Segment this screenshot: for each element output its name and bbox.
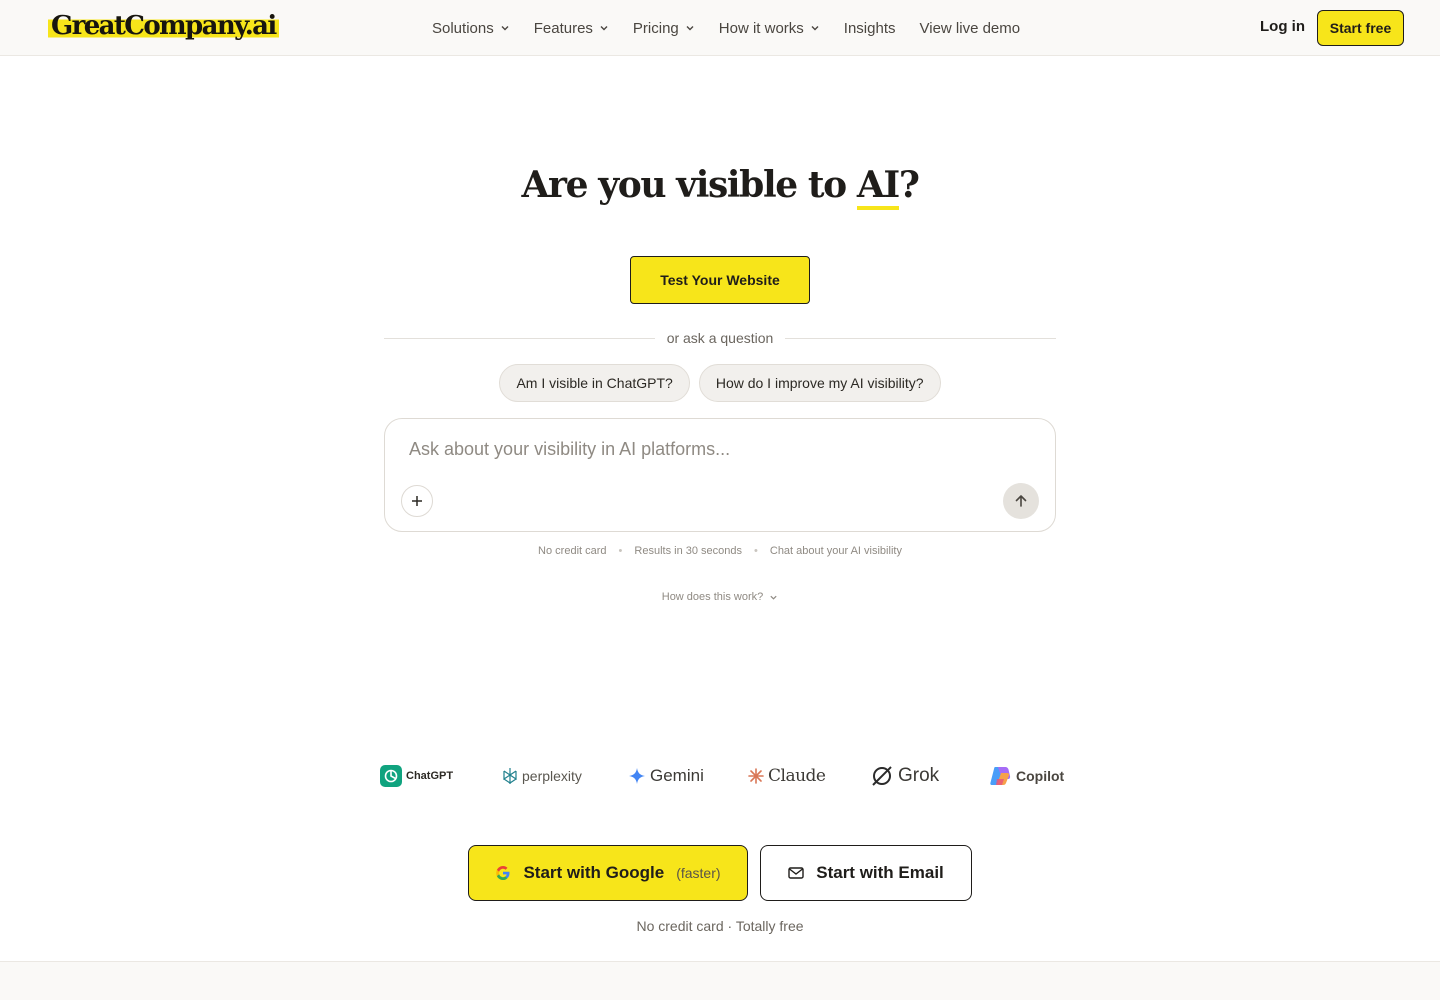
cta-note: No credit card · Totally free bbox=[636, 918, 804, 934]
send-button[interactable] bbox=[1003, 483, 1039, 519]
divider-line bbox=[384, 337, 655, 339]
chevron-down-icon bbox=[811, 26, 819, 31]
ask-divider: or ask a question bbox=[384, 328, 1056, 348]
gemini-icon bbox=[629, 768, 645, 784]
grok-icon bbox=[872, 766, 892, 786]
copilot-icon bbox=[990, 767, 1011, 785]
nav-item-label: Pricing bbox=[632, 19, 679, 37]
google-button-note: (faster) bbox=[676, 865, 721, 881]
platform-logos: ChatGPT perplexity Gemini Claude Grok Co… bbox=[380, 760, 1064, 792]
ask-box bbox=[384, 418, 1056, 532]
separator-dot: • bbox=[618, 545, 623, 557]
nav-item-label: Insights bbox=[843, 19, 896, 37]
nav-item-solutions[interactable]: Solutions bbox=[432, 20, 510, 37]
perks-row: No credit card • Results in 30 seconds •… bbox=[0, 545, 1440, 557]
platform-perplexity: perplexity bbox=[502, 760, 582, 792]
platform-name: Gemini bbox=[650, 766, 704, 785]
platform-name: Claude bbox=[768, 766, 826, 786]
google-button-label: Start with Google bbox=[523, 863, 665, 882]
suggestion-chips: Am I visible in ChatGPT? How do I improv… bbox=[0, 364, 1440, 402]
platform-grok: Grok bbox=[870, 760, 939, 792]
google-icon bbox=[496, 866, 510, 880]
start-with-email-button[interactable]: Start with Email bbox=[760, 845, 972, 901]
hero-title: Are you visible to AI? bbox=[0, 164, 1440, 210]
hero-title-suffix: ? bbox=[898, 164, 920, 206]
start-with-google-button[interactable]: Start with Google (faster) bbox=[468, 845, 748, 901]
nav-item-insights[interactable]: Insights bbox=[844, 20, 896, 37]
nav-item-pricing[interactable]: Pricing bbox=[633, 20, 695, 37]
perplexity-icon bbox=[503, 768, 517, 784]
suggestion-chip-improve[interactable]: How do I improve my AI visibility? bbox=[698, 364, 941, 402]
nav-item-live-demo[interactable]: View live demo bbox=[920, 20, 1021, 37]
platform-name: Grok bbox=[898, 765, 940, 786]
test-website-button[interactable]: Test Your Website bbox=[630, 256, 810, 304]
how-works-label: How does this work? bbox=[661, 591, 764, 603]
login-link[interactable]: Log in bbox=[1260, 18, 1305, 35]
nav-item-features[interactable]: Features bbox=[534, 20, 609, 37]
claude-icon bbox=[748, 768, 764, 784]
main-nav: Solutions Features Pricing How it works … bbox=[432, 0, 1044, 56]
platform-name: Copilot bbox=[1016, 768, 1065, 784]
plus-icon bbox=[412, 496, 422, 506]
divider-line bbox=[785, 337, 1056, 339]
platform-name: perplexity bbox=[522, 768, 582, 784]
how-does-this-work-toggle[interactable]: How does this work? bbox=[0, 591, 1440, 603]
hero-title-prefix: Are you visible to bbox=[521, 164, 857, 206]
separator-dot: • bbox=[754, 545, 758, 557]
platform-copilot: Copilot bbox=[988, 760, 1064, 792]
chatgpt-icon bbox=[380, 765, 402, 787]
perk-item: No credit card bbox=[538, 545, 607, 557]
nav-item-label: Features bbox=[533, 19, 593, 37]
nav-item-how-it-works[interactable]: How it works bbox=[719, 20, 820, 37]
logo-text: GreatCompany.ai bbox=[48, 10, 279, 42]
arrow-up-icon bbox=[1015, 495, 1027, 507]
chevron-down-icon bbox=[600, 26, 608, 31]
platform-gemini: Gemini bbox=[628, 760, 704, 792]
divider-text: or ask a question bbox=[666, 330, 774, 346]
platform-chatgpt: ChatGPT bbox=[380, 760, 453, 792]
ask-input[interactable] bbox=[409, 437, 1009, 461]
email-button-label: Start with Email bbox=[816, 863, 944, 882]
platform-name: ChatGPT bbox=[406, 770, 454, 782]
nav-item-label: Solutions bbox=[432, 19, 494, 37]
mail-icon bbox=[788, 867, 804, 879]
attach-button[interactable] bbox=[401, 485, 433, 517]
nav-item-label: View live demo bbox=[919, 19, 1021, 37]
site-header: GreatCompany.ai Solutions Features Prici… bbox=[0, 0, 1440, 56]
perk-item: Chat about your AI visibility bbox=[769, 545, 902, 557]
chevron-down-icon bbox=[501, 26, 509, 31]
suggestion-chip-chatgpt[interactable]: Am I visible in ChatGPT? bbox=[499, 364, 690, 402]
start-free-button[interactable]: Start free bbox=[1317, 10, 1404, 46]
hero-title-accent: AI bbox=[856, 164, 900, 210]
chevron-down-icon bbox=[686, 26, 694, 31]
perk-item: Results in 30 seconds bbox=[634, 545, 743, 557]
platform-claude: Claude bbox=[748, 760, 826, 792]
nav-item-label: How it works bbox=[718, 19, 804, 37]
chevron-down-icon bbox=[770, 595, 777, 600]
footer-band bbox=[0, 961, 1440, 1000]
logo[interactable]: GreatCompany.ai bbox=[48, 10, 279, 42]
